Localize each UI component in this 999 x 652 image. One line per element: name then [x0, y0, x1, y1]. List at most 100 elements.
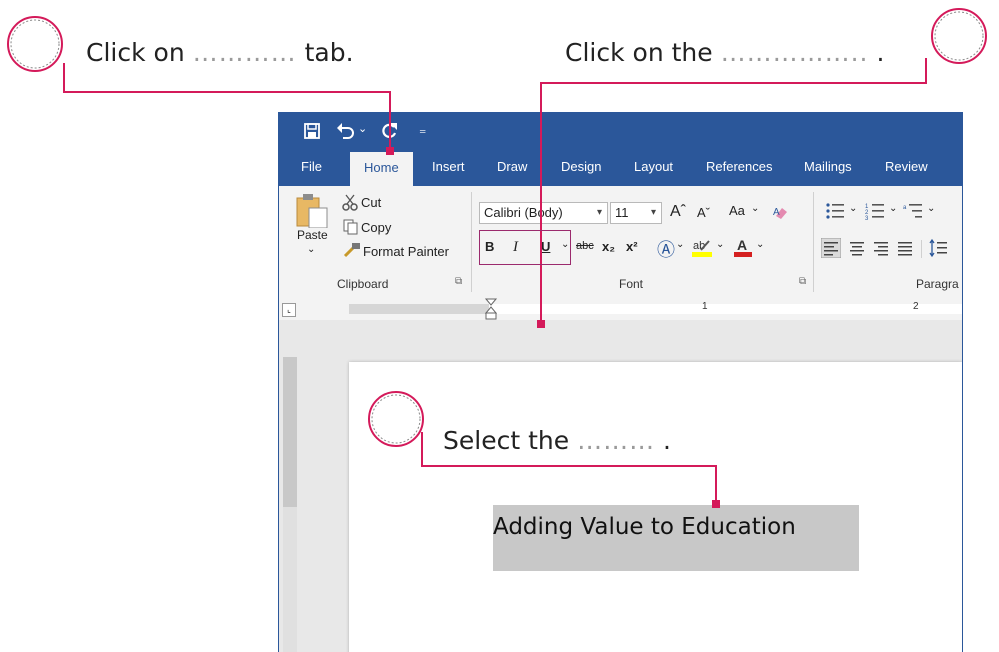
tab-design[interactable]: Design: [561, 148, 601, 186]
answer-circle-2: [931, 8, 987, 64]
tab-review[interactable]: Review: [885, 148, 928, 186]
cut-button[interactable]: Cut: [361, 195, 381, 210]
copy-icon: [343, 219, 358, 235]
line-spacing-icon[interactable]: [929, 238, 949, 258]
group-divider: [471, 192, 472, 292]
chevron-down-icon: ▾: [650, 207, 656, 218]
prompt-tab-prefix: Click on: [86, 38, 185, 67]
button-callout-line: [540, 82, 542, 322]
chevron-down-icon[interactable]: ⌄: [756, 239, 764, 250]
button-callout-line: [540, 82, 927, 84]
subscript-button[interactable]: x₂: [602, 239, 615, 254]
grow-font-icon[interactable]: Aˆ: [670, 203, 686, 221]
group-divider: [921, 240, 922, 258]
vertical-ruler-margin: [283, 357, 297, 507]
change-case-button[interactable]: Aa: [729, 203, 745, 218]
shrink-font-icon[interactable]: Aˇ: [697, 205, 710, 220]
font-size-value: 11: [615, 205, 629, 220]
clear-formatting-icon[interactable]: A: [772, 204, 790, 220]
prompt-select-text: Select the ……… .: [443, 426, 671, 455]
tab-layout[interactable]: Layout: [634, 148, 673, 186]
font-color-icon[interactable]: A: [733, 236, 753, 258]
chevron-down-icon[interactable]: ⌄: [889, 203, 897, 214]
format-painter-button[interactable]: Format Painter: [363, 244, 449, 259]
tab-references[interactable]: References: [706, 148, 772, 186]
prompt-button-prefix: Click on the: [565, 38, 713, 67]
cut-icon: [342, 194, 358, 211]
indent-marker-icon[interactable]: [485, 298, 497, 320]
group-divider: [813, 192, 814, 292]
ruler-mark-1: 1: [702, 301, 708, 312]
svg-text:a: a: [903, 205, 907, 211]
title-bar: ⌄ ₌: [279, 113, 962, 148]
prompt-select-prefix: Select the: [443, 426, 570, 455]
align-center-icon[interactable]: [847, 238, 867, 258]
button-callout-line: [925, 58, 927, 84]
align-left-icon[interactable]: [821, 238, 841, 258]
highlight-color-icon[interactable]: ab: [691, 236, 713, 258]
chevron-down-icon[interactable]: ⌄: [676, 239, 684, 250]
save-icon[interactable]: [303, 122, 321, 140]
vertical-ruler: [283, 357, 297, 652]
font-family-select[interactable]: Calibri (Body) ▾: [479, 202, 608, 224]
prompt-select-blank: ………: [577, 426, 656, 455]
tab-selector-icon[interactable]: ⌞: [282, 303, 296, 317]
superscript-button[interactable]: x²: [626, 239, 638, 254]
multilevel-list-icon[interactable]: a: [903, 202, 923, 220]
answer-circle-3: [368, 391, 424, 447]
numbering-icon[interactable]: 1 2 3: [865, 202, 885, 220]
tab-mailings[interactable]: Mailings: [804, 148, 852, 186]
tab-file[interactable]: File: [301, 148, 322, 186]
chevron-down-icon: ▾: [596, 207, 602, 218]
word-window: ⌄ ₌ File Home Insert Draw Design Layout …: [278, 112, 963, 652]
chevron-down-icon[interactable]: ⌄: [751, 203, 759, 214]
tab-callout-line: [63, 91, 390, 93]
font-size-select[interactable]: 11 ▾: [610, 202, 662, 224]
bullets-icon[interactable]: [825, 202, 845, 220]
document-selected-text[interactable]: Adding Value to Education: [493, 505, 859, 571]
chevron-down-icon[interactable]: ⌄: [849, 203, 857, 214]
chevron-down-icon[interactable]: ⌄: [716, 239, 724, 250]
tab-callout-line: [389, 91, 391, 149]
text-effects-icon[interactable]: Ⓐ: [657, 236, 675, 262]
prompt-button-suffix: .: [876, 38, 885, 67]
answer-circle-1: [7, 16, 63, 72]
svg-text:A: A: [737, 237, 747, 253]
undo-dropdown-icon[interactable]: ⌄: [358, 122, 367, 135]
tab-home[interactable]: Home: [350, 152, 413, 186]
svg-text:A: A: [773, 207, 780, 218]
select-callout-marker: [712, 500, 720, 508]
justify-icon[interactable]: [895, 238, 915, 258]
button-callout-marker: [537, 320, 545, 328]
ribbon-tabs: File Home Insert Draw Design Layout Refe…: [279, 148, 962, 186]
chevron-down-icon[interactable]: ⌄: [927, 203, 935, 214]
ruler-mark-2: 2: [913, 301, 919, 312]
tab-insert[interactable]: Insert: [432, 148, 465, 186]
paste-label: Paste: [297, 228, 328, 242]
font-launcher-icon[interactable]: ⧉: [799, 276, 806, 287]
tab-callout-marker: [386, 147, 394, 155]
paste-button[interactable]: Paste ⌄: [295, 192, 335, 255]
ribbon: Paste ⌄ Cut Copy Format Painter Clipboar…: [279, 186, 962, 299]
font-group-label: Font: [619, 277, 644, 291]
format-painter-icon: [343, 243, 360, 258]
clipboard-launcher-icon[interactable]: ⧉: [455, 276, 462, 287]
align-right-icon[interactable]: [871, 238, 891, 258]
prompt-tab-blank: …………: [192, 38, 297, 67]
ruler-text-area: [489, 304, 962, 314]
undo-icon[interactable]: [335, 121, 355, 141]
quick-access-more-icon[interactable]: ₌: [419, 121, 426, 138]
prompt-tab-suffix: tab.: [304, 38, 354, 67]
ruler-margin: [349, 304, 489, 314]
paste-dropdown-icon[interactable]: ⌄: [307, 244, 315, 255]
prompt-select-suffix: .: [663, 426, 671, 455]
tab-draw[interactable]: Draw: [497, 148, 527, 186]
font-family-value: Calibri (Body): [484, 205, 563, 220]
paste-icon: [296, 194, 328, 229]
clipboard-group-label: Clipboard: [337, 277, 389, 291]
horizontal-ruler: ⌞ 1 2: [279, 298, 962, 320]
copy-button[interactable]: Copy: [361, 220, 391, 235]
prompt-click-tab: Click on ………… tab.: [86, 38, 354, 67]
strikethrough-button[interactable]: abc: [576, 240, 594, 252]
prompt-button-blank: ……………..: [720, 38, 869, 67]
